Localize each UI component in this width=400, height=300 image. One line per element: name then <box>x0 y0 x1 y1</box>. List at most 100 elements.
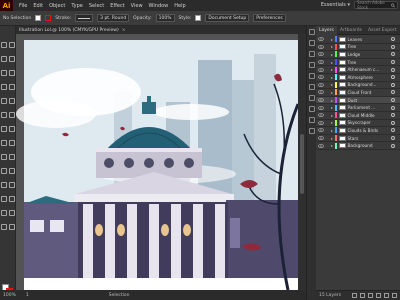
direct-selection-tool-icon[interactable] <box>8 34 16 48</box>
layer-name[interactable]: Stars <box>348 136 359 141</box>
layer-row[interactable]: ▸ Cloud Middle <box>316 112 400 120</box>
expand-arrow-icon[interactable]: ▸ <box>331 75 334 80</box>
expand-arrow-icon[interactable]: ▸ <box>331 120 334 125</box>
target-icon[interactable] <box>391 75 395 80</box>
artboard-icon[interactable] <box>0 202 8 216</box>
target-icon[interactable] <box>391 44 395 49</box>
menu-type[interactable]: Type <box>71 3 82 9</box>
target-icon[interactable] <box>391 98 395 103</box>
layer-name[interactable]: Dust <box>348 98 358 103</box>
target-icon[interactable] <box>391 52 395 57</box>
lock-toggle[interactable] <box>325 127 330 133</box>
transparency-icon[interactable] <box>308 117 315 123</box>
symbol-sprayer-icon[interactable] <box>0 188 8 202</box>
layer-row[interactable]: ▸ Tree <box>316 43 400 52</box>
hand-icon[interactable] <box>0 216 8 230</box>
expand-arrow-icon[interactable]: ▸ <box>331 90 334 95</box>
target-icon[interactable] <box>391 82 395 87</box>
stroke-swatch[interactable] <box>45 15 52 21</box>
tab-layers[interactable]: Layers <box>316 25 337 35</box>
opacity-field[interactable]: 100% <box>155 14 175 22</box>
eye-icon[interactable] <box>318 135 324 141</box>
menu-view[interactable]: View <box>131 3 143 9</box>
expand-arrow-icon[interactable]: ▸ <box>331 98 334 103</box>
target-icon[interactable] <box>391 120 395 125</box>
expand-arrow-icon[interactable]: ▸ <box>331 113 334 118</box>
layer-row[interactable]: ▸ Athenaeum c... <box>316 66 400 74</box>
paintbrush-icon[interactable] <box>8 90 16 104</box>
layer-name[interactable]: Tree <box>348 60 357 65</box>
lock-toggle[interactable] <box>325 97 330 103</box>
export-icon[interactable] <box>352 293 357 298</box>
lock-toggle[interactable] <box>325 82 330 88</box>
layer-name[interactable]: Background <box>348 143 373 148</box>
layer-name[interactable]: Atmosphere <box>348 75 373 80</box>
perspective-icon[interactable] <box>8 146 16 160</box>
target-icon[interactable] <box>391 105 395 110</box>
expand-arrow-icon[interactable]: ▸ <box>331 44 334 49</box>
eye-icon[interactable] <box>318 105 324 111</box>
layer-name[interactable]: Tree <box>348 44 357 49</box>
expand-arrow-icon[interactable]: ▸ <box>331 52 334 57</box>
eye-icon[interactable] <box>318 89 324 95</box>
target-icon[interactable] <box>391 37 395 42</box>
lock-toggle[interactable] <box>325 51 330 57</box>
target-icon[interactable] <box>391 90 395 95</box>
eraser-icon[interactable] <box>8 104 16 118</box>
selection-tool-icon[interactable] <box>0 34 8 48</box>
menu-file[interactable]: File <box>19 3 27 9</box>
zoom-level[interactable]: 100% <box>3 293 16 298</box>
scale-icon[interactable] <box>8 118 16 132</box>
layer-row[interactable]: ▸ Stars <box>316 135 400 143</box>
layer-name[interactable]: Cloud Front <box>348 90 372 95</box>
layer-row[interactable]: ▸ Parliament ... <box>316 104 400 112</box>
preferences-button[interactable]: Preferences <box>253 14 286 22</box>
eye-icon[interactable] <box>318 59 324 65</box>
graph-icon[interactable] <box>8 188 16 202</box>
scroll-thumb[interactable] <box>300 134 304 194</box>
delete-icon[interactable] <box>392 293 397 298</box>
brushes-icon[interactable] <box>308 73 315 79</box>
eye-icon[interactable] <box>318 67 324 73</box>
lock-toggle[interactable] <box>325 120 330 126</box>
menu-window[interactable]: Window <box>149 3 169 9</box>
eye-icon[interactable] <box>318 44 324 50</box>
artboard-canvas[interactable] <box>16 34 306 290</box>
lock-toggle[interactable] <box>325 105 330 111</box>
stroke-icon[interactable] <box>308 95 315 101</box>
layer-name[interactable]: Leaves <box>348 37 363 42</box>
eye-icon[interactable] <box>318 51 324 57</box>
close-tab-icon[interactable]: × <box>122 28 126 33</box>
brush-definition-dropdown[interactable]: 3 pt. Round <box>97 14 130 22</box>
eyedropper-icon[interactable] <box>0 174 8 188</box>
expand-arrow-icon[interactable]: ▸ <box>331 105 334 110</box>
line-tool-icon[interactable] <box>8 76 16 90</box>
lasso-icon[interactable] <box>8 48 16 62</box>
lock-toggle[interactable] <box>325 135 330 141</box>
layer-name[interactable]: Parliament ... <box>348 105 376 110</box>
layer-name[interactable]: Clouds & Birds <box>348 128 379 133</box>
target-icon[interactable] <box>391 60 395 65</box>
menu-select[interactable]: Select <box>89 3 104 9</box>
width-tool-icon[interactable] <box>0 132 8 146</box>
new-sublayer-icon[interactable] <box>376 293 381 298</box>
eye-icon[interactable] <box>318 97 324 103</box>
target-icon[interactable] <box>391 128 395 133</box>
stock-search-input[interactable]: Search Adobe Stock <box>354 0 398 10</box>
free-transform-icon[interactable] <box>8 132 16 146</box>
shape-builder-icon[interactable] <box>0 146 8 160</box>
layer-name[interactable]: Cloud Middle <box>348 113 375 118</box>
target-icon[interactable] <box>391 113 395 118</box>
layer-row[interactable]: ▸ Background <box>316 142 400 150</box>
menu-effect[interactable]: Effect <box>110 3 124 9</box>
layer-row[interactable]: ▸ Clouds & Birds <box>316 127 400 135</box>
variable-width-profile[interactable] <box>75 14 94 22</box>
curvature-icon[interactable] <box>8 62 16 76</box>
graphic-style-swatch[interactable] <box>195 15 202 21</box>
artboard-number[interactable]: 1 <box>26 293 29 298</box>
current-tool-status[interactable]: Selection <box>109 293 130 298</box>
libraries-icon[interactable] <box>308 40 315 46</box>
layer-row[interactable]: ▸ Background... <box>316 81 400 90</box>
lock-toggle[interactable] <box>325 112 330 118</box>
expand-arrow-icon[interactable]: ▸ <box>331 82 334 87</box>
